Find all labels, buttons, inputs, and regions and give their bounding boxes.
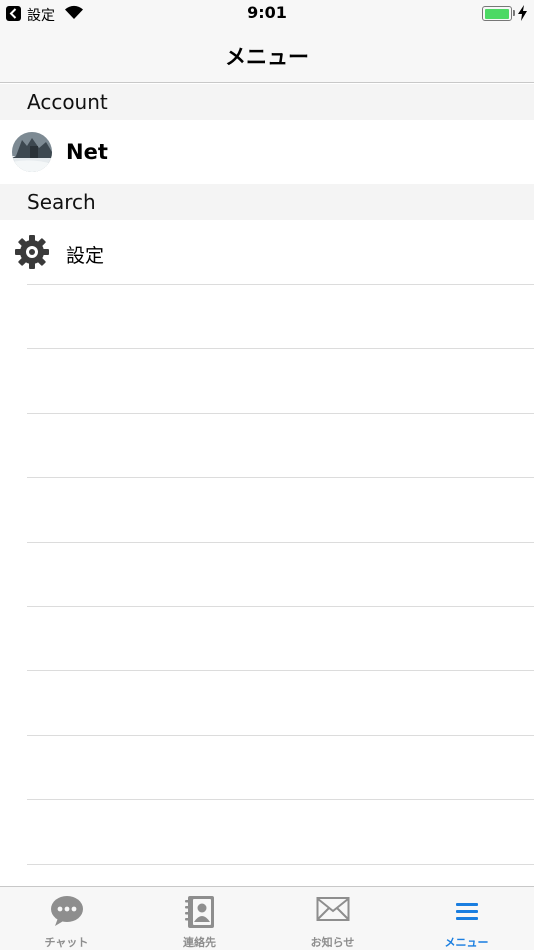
battery-level	[484, 8, 509, 19]
envelope-icon	[316, 897, 349, 921]
status-bar: 設定 9:01	[0, 0, 534, 28]
row-separator	[27, 735, 534, 736]
tab-label: お知らせ	[310, 936, 355, 949]
settings-label: 設定	[66, 245, 105, 267]
section-header-search: Search	[0, 184, 534, 220]
tab-label: 連絡先	[183, 936, 216, 949]
menu-icon	[455, 903, 478, 920]
tab-bar: チャット 連絡先 お知らせ メニュー	[0, 886, 534, 950]
tab-menu[interactable]: メニュー	[400, 887, 533, 950]
tab-label: チャット	[44, 936, 89, 949]
page-title: メニュー	[225, 45, 309, 69]
tab-label: メニュー	[444, 936, 489, 949]
status-time: 9:01	[247, 3, 287, 22]
battery-icon	[482, 6, 512, 21]
account-row[interactable]: Net	[0, 120, 534, 184]
section-header-account: Account	[0, 84, 534, 120]
row-separator	[27, 799, 534, 800]
charging-bolt-icon	[518, 5, 527, 21]
tab-chat[interactable]: チャット	[0, 887, 133, 950]
tab-contacts[interactable]: 連絡先	[133, 887, 266, 950]
settings-row[interactable]: 設定	[0, 220, 534, 284]
contacts-book-icon	[184, 896, 214, 928]
gear-icon	[15, 235, 49, 269]
navigation-bar: メニュー	[0, 28, 534, 83]
tab-notifications[interactable]: お知らせ	[266, 887, 399, 950]
row-separator	[27, 864, 534, 865]
battery-tip	[513, 10, 515, 16]
row-separator	[27, 670, 534, 671]
row-separator	[27, 606, 534, 607]
chat-bubble-icon	[50, 896, 83, 926]
row-separator	[27, 284, 534, 285]
row-separator	[27, 348, 534, 349]
section-header-label: Search	[27, 190, 96, 214]
row-separator	[27, 477, 534, 478]
account-name: Net	[66, 140, 108, 164]
section-header-label: Account	[27, 90, 108, 114]
avatar	[12, 132, 52, 172]
row-separator	[27, 413, 534, 414]
row-separator	[27, 542, 534, 543]
